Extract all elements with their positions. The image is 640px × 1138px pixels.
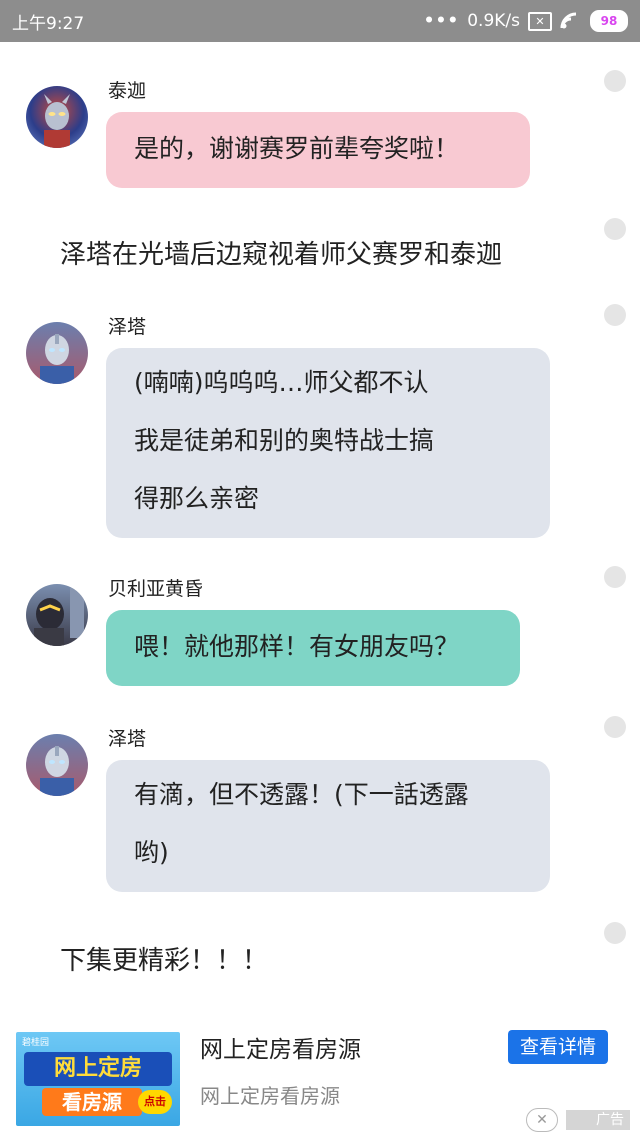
ad-image-click-badge: 点击 — [138, 1090, 172, 1114]
wifi-icon — [560, 12, 577, 29]
belial-avatar[interactable] — [26, 584, 88, 646]
chat-bubble: 喂！就他那样！有女朋友吗？ — [106, 610, 520, 686]
message-speaker: 贝利亚黄昏 — [108, 578, 204, 600]
z-figure-icon — [40, 746, 74, 796]
ad-label: 广告 — [566, 1110, 630, 1130]
message-menu-dot[interactable] — [604, 566, 626, 588]
bubble-line: 得那么亲密 — [134, 484, 260, 513]
bubble-line: 有滴，但不透露！(下一話透露 — [134, 780, 469, 809]
battery-indicator: 98 — [590, 10, 628, 32]
message-menu-dot[interactable] — [604, 922, 626, 944]
bubble-line: 我是徒弟和别的奥特战士搞 — [134, 426, 435, 455]
status-time: 上午9:27 — [12, 13, 85, 34]
ad-title[interactable]: 网上定房看房源 — [200, 1030, 361, 1064]
z-figure-icon — [40, 334, 74, 384]
ad-image-headline: 网上定房 — [24, 1052, 172, 1086]
ad-image-subheadline: 看房源 — [42, 1088, 142, 1116]
taiga-figure-icon — [44, 94, 70, 148]
narration-text: 泽塔在光墙后边窥视着师父赛罗和泰迦 — [60, 240, 503, 270]
sim-card-icon: ✕ — [528, 11, 552, 31]
message-menu-dot[interactable] — [604, 218, 626, 240]
z-avatar[interactable] — [26, 322, 88, 384]
status-icons: ••• 0.9K/s ✕ 98 — [424, 10, 628, 32]
ad-image[interactable]: 碧桂园 网上定房 看房源 点击 — [16, 1032, 180, 1126]
message-menu-dot[interactable] — [604, 70, 626, 92]
z-avatar[interactable] — [26, 734, 88, 796]
ad-banner[interactable]: 碧桂园 网上定房 看房源 点击 网上定房看房源 网上定房看房源 查看详情 ✕ 广… — [0, 1010, 640, 1138]
bubble-line: 哟) — [134, 838, 169, 867]
message-speaker: 泰迦 — [108, 80, 147, 102]
taiga-avatar[interactable] — [26, 86, 88, 148]
bubble-line: (喃喃)呜呜呜…师父都不认 — [134, 368, 429, 397]
narration-text: 下集更精彩！！！ — [60, 946, 269, 976]
more-dots-icon: ••• — [423, 11, 460, 31]
bubble-line: 是的，谢谢赛罗前辈夸奖啦！ — [134, 134, 460, 163]
ad-close-button[interactable]: ✕ — [526, 1108, 558, 1132]
ad-details-button[interactable]: 查看详情 — [508, 1030, 608, 1064]
ad-subtitle: 网上定房看房源 — [200, 1084, 340, 1108]
message-menu-dot[interactable] — [604, 304, 626, 326]
chat-bubble: 是的，谢谢赛罗前辈夸奖啦！ — [106, 112, 530, 188]
bubble-line: 喂！就他那样！有女朋友吗？ — [134, 632, 460, 661]
belial-figure-icon — [34, 588, 84, 646]
message-speaker: 泽塔 — [108, 316, 147, 338]
ad-image-brand: 碧桂园 — [22, 1038, 50, 1048]
message-menu-dot[interactable] — [604, 716, 626, 738]
chat-bubble: 有滴，但不透露！(下一話透露 哟) — [106, 760, 550, 892]
status-bar: 上午9:27 ••• 0.9K/s ✕ 98 — [0, 0, 640, 42]
ad-label-text: 广告 — [596, 1112, 624, 1128]
message-speaker: 泽塔 — [108, 728, 147, 750]
net-speed: 0.9K/s — [467, 11, 520, 31]
chat-bubble: (喃喃)呜呜呜…师父都不认 我是徒弟和别的奥特战士搞 得那么亲密 — [106, 348, 550, 538]
